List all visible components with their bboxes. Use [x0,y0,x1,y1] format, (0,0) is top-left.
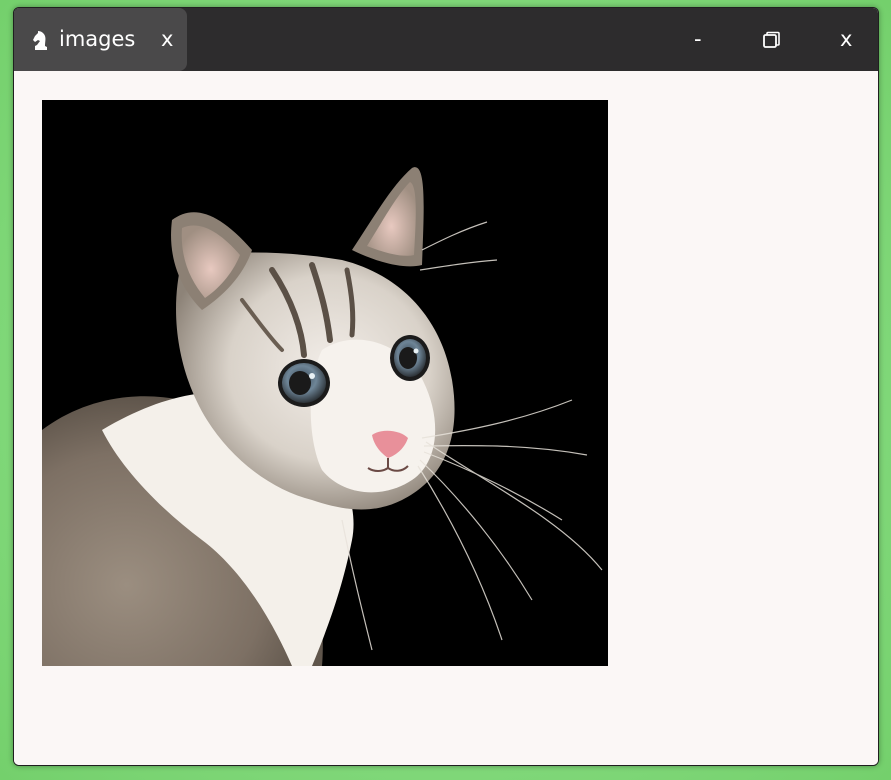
content-area [14,71,878,765]
tab-images[interactable]: images x [14,8,187,71]
minimize-button[interactable]: - [694,26,702,52]
close-button[interactable]: x [840,26,852,52]
chess-knight-icon [33,31,47,50]
title-bar[interactable]: images x - x [14,8,878,71]
cat-illustration [42,100,608,666]
tab-close-button[interactable]: x [161,26,173,52]
cat-photo [42,100,608,666]
tab-title: images [59,27,136,51]
image-viewer-window: images x - x [13,7,879,766]
maximize-icon[interactable] [762,31,782,51]
